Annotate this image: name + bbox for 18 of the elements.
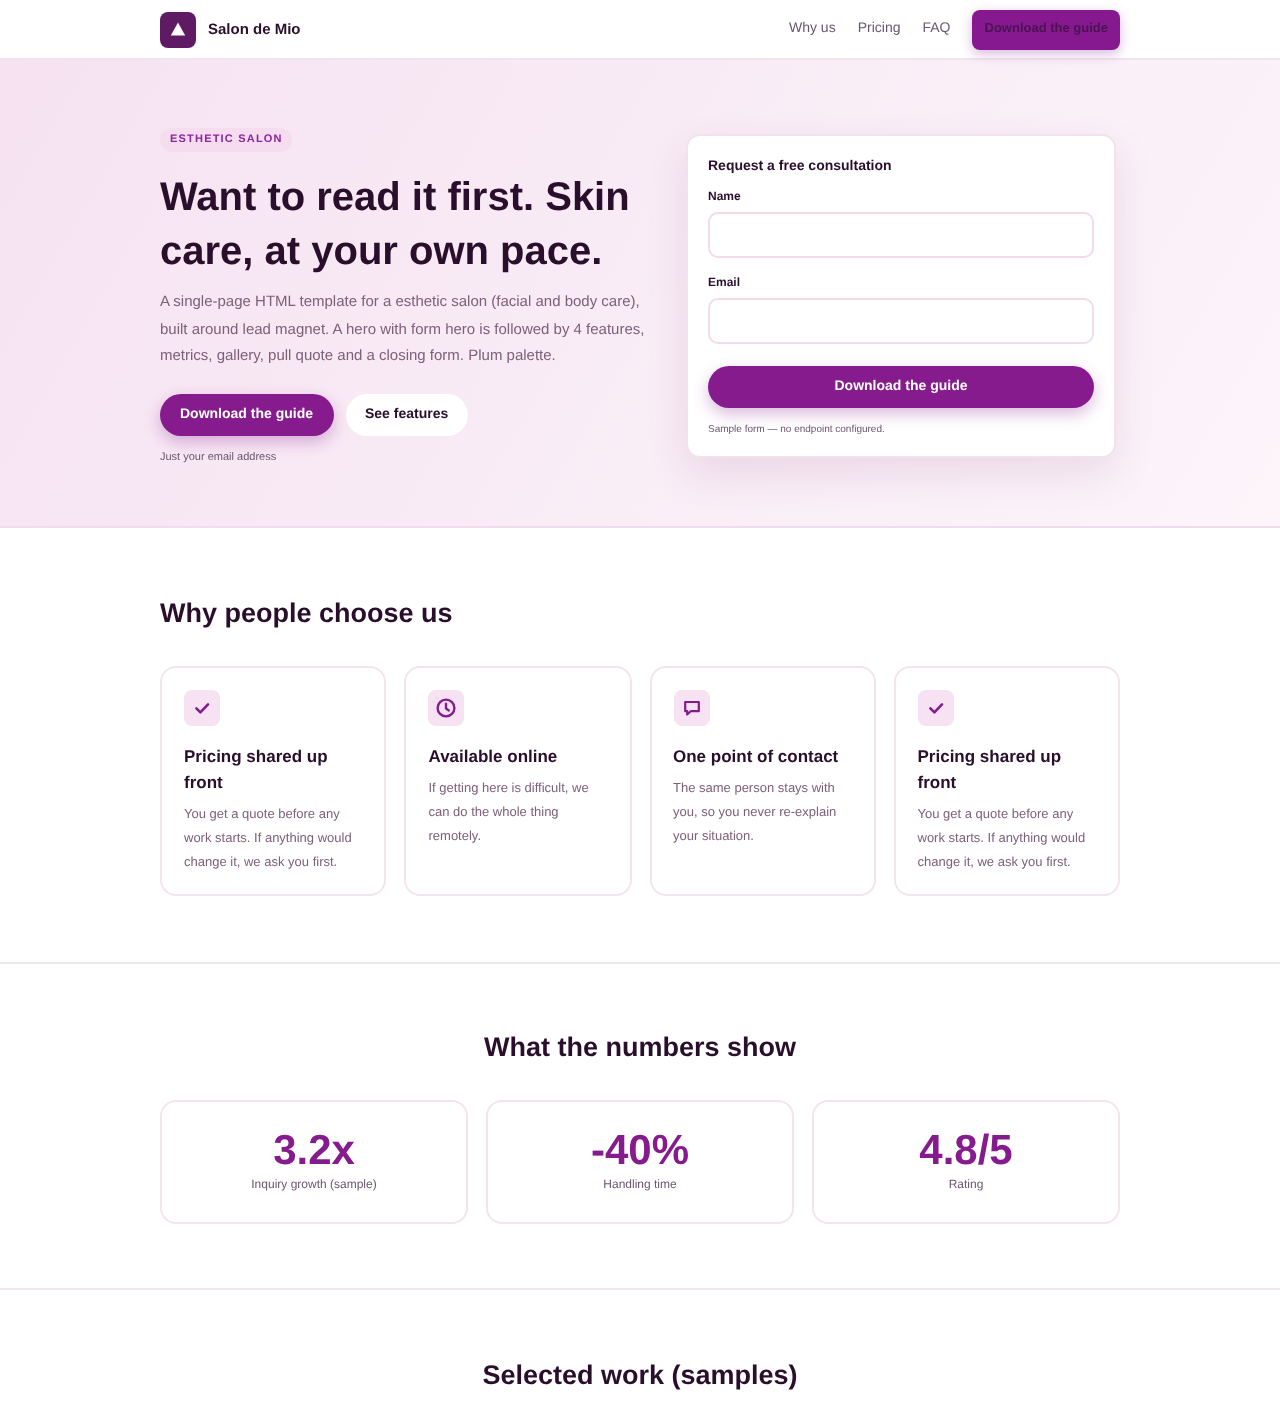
input-field[interactable]	[708, 212, 1094, 259]
feature-title: One point of contact	[673, 743, 841, 769]
metric-value: 4.8/5	[917, 1127, 1015, 1175]
chat-bubble-icon	[673, 689, 709, 725]
section-heading: Selected work (samples)	[480, 1357, 800, 1391]
section-heading: What the numbers show	[481, 1029, 798, 1063]
feature-title: Available online	[428, 743, 560, 769]
check-icon	[184, 689, 220, 725]
metric-value: -40%	[588, 1127, 692, 1175]
feature-title: Pricing shared up front	[184, 743, 330, 795]
feature-title: Pricing shared up front	[917, 743, 1064, 795]
hero-title: Want to read it first. Skin care, at your own pace.	[160, 174, 632, 278]
check-icon	[917, 689, 954, 725]
input-field[interactable]	[708, 298, 1094, 345]
clock-icon	[428, 689, 465, 725]
section-heading: Why people choose us	[160, 595, 455, 629]
metric-value: 3.2x	[271, 1127, 357, 1175]
logo-icon	[160, 11, 196, 47]
